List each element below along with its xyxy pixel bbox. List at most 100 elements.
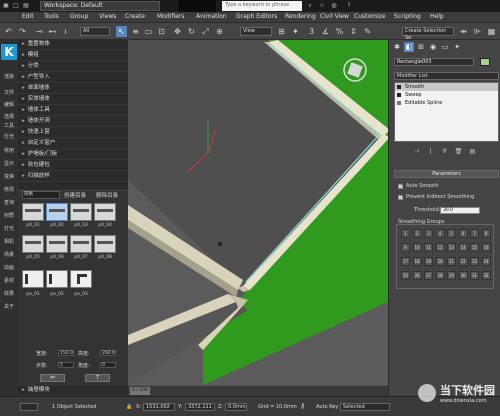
menu-animation[interactable]: Animation [196,13,227,20]
menu-customize[interactable]: Customize [354,13,386,20]
category-item[interactable]: 户型导入 [18,73,128,83]
utilities-tab-icon[interactable]: ✦ [452,42,462,52]
sidebar-item-about[interactable]: 关于 [1,303,17,310]
arrow-up-button[interactable]: ↑ [85,374,110,382]
menu-help[interactable]: Help [430,13,444,20]
remove-modifier-icon[interactable]: 🗑 [454,147,463,156]
sidebar-item-modify[interactable]: 修改 [1,186,17,193]
modifier-list-select[interactable]: Modifier List [394,72,499,80]
sidebar-item-effects[interactable]: 效果 [1,290,17,297]
perspective-viewport[interactable] [128,40,388,385]
spinner-snap-icon[interactable]: ⇕ [348,26,359,37]
object-color-swatch[interactable] [480,58,490,66]
smoothing-group-button[interactable]: 25 [401,271,410,280]
link-icon[interactable]: ⊸ [34,26,45,37]
smoothing-group-button[interactable]: 18 [412,257,422,266]
smoothing-group-button[interactable]: 26 [412,271,422,280]
category-item[interactable]: 墙体开洞 [18,117,128,127]
maxscript-listener[interactable] [20,403,38,411]
sidebar-item-select[interactable]: 选择 [1,113,17,120]
smoothing-group-button[interactable]: 8 [481,229,491,238]
rectangular-selection-icon[interactable]: ▭ [143,26,154,37]
help-icon[interactable]: ? [345,2,353,10]
select-object-icon[interactable]: ↖ [116,26,127,37]
percent-snap-icon[interactable]: % [334,26,345,37]
menu-civil-view[interactable]: Civil View [320,13,349,20]
snaps-toggle-icon[interactable]: 3 [306,26,317,37]
smoothing-group-button[interactable]: 24 [481,257,491,266]
profile-thumbnail[interactable] [70,203,92,221]
align-icon[interactable]: ⊫ [472,26,483,37]
smoothing-group-button[interactable]: 19 [424,257,433,266]
user-icon[interactable]: ◍ [330,2,338,10]
redo-icon[interactable]: ↷ [17,26,28,37]
sidebar-item-animation[interactable]: 动画 [1,264,17,271]
display-tab-icon[interactable]: ▭ [440,42,450,52]
menu-modifiers[interactable]: Modifiers [157,13,184,20]
menu-group[interactable]: Group [70,13,88,20]
select-rotate-icon[interactable]: ↻ [186,26,197,37]
parameters-rollout[interactable]: Parameters [394,170,499,178]
category-item[interactable]: 快速上窗 [18,128,128,138]
pivot-center-icon[interactable]: ⊞ [276,26,287,37]
threshold-input[interactable]: 30.0 [440,207,480,214]
smoothing-group-button[interactable]: 16 [481,243,491,252]
menu-create[interactable]: Create [125,13,145,20]
sidebar-item-material[interactable]: 材质 [1,212,17,219]
profile-thumbnail[interactable] [22,235,44,253]
stack-item-sweep[interactable]: Sweep [395,91,498,99]
profile-thumbnail[interactable] [46,203,68,221]
document-tab-thumbnail[interactable] [178,0,216,12]
smoothing-group-button[interactable]: 29 [447,271,456,280]
bind-spacewarp-icon[interactable]: ≀ [60,26,71,37]
tab-delete-directory[interactable]: 删除目录 [96,191,118,199]
profile-thumbnail[interactable] [94,235,116,253]
sidebar-item-tools[interactable]: 工具 [1,122,17,129]
profile-thumbnail[interactable] [22,203,44,221]
menu-rendering[interactable]: Rendering [285,13,316,20]
edit-named-selection-icon[interactable]: ✎ [362,26,373,37]
smoothing-group-button[interactable]: 31 [470,271,479,280]
smoothing-group-button[interactable]: 10 [412,243,422,252]
placement-icon[interactable]: ⊕ [214,26,225,37]
category-item[interactable]: 墙体工具 [18,106,128,116]
smoothing-group-button[interactable]: 21 [447,257,456,266]
steps-input[interactable]: 5 [58,362,74,368]
time-slider[interactable]: 0 / 100 [128,385,388,396]
open-file-icon[interactable]: ▤ [22,2,30,10]
smoothing-group-button[interactable]: 11 [424,243,433,252]
undo-icon[interactable]: ↶ [3,26,14,37]
smoothing-group-button[interactable]: 23 [470,257,479,266]
angle-input[interactable]: 0 [100,362,116,368]
sidebar-item-scene[interactable]: 场景 [1,251,17,258]
workspace-selector[interactable]: Workspace: Default [40,1,160,11]
make-unique-icon[interactable]: ∀ [440,147,449,156]
auto-smooth-checkbox[interactable]: ✓ [398,184,403,189]
select-move-icon[interactable]: ✥ [172,26,183,37]
key-icon[interactable]: ⚷ [300,402,305,410]
smoothing-group-button[interactable]: 30 [458,271,468,280]
smoothing-group-button[interactable]: 20 [435,257,445,266]
category-item[interactable]: 自定义窗户 [18,139,128,149]
sidebar-item-query[interactable]: 查询 [1,199,17,206]
mirror-icon[interactable]: ⇹ [458,26,469,37]
smoothing-group-button[interactable]: 7 [470,229,479,238]
sidebar-item-assets[interactable]: 素材 [1,277,17,284]
sidebar-item-display[interactable]: 显示 [1,160,17,167]
category-item[interactable]: 扫描放样 [18,172,128,182]
smoothing-group-button[interactable]: 6 [458,229,468,238]
sidebar-item-transform[interactable]: 变换 [1,173,17,180]
show-end-result-icon[interactable]: | [426,147,435,156]
smoothing-group-button[interactable]: 4 [435,229,445,238]
width-input[interactable]: 150.0 [58,350,74,356]
motion-tab-icon[interactable]: ◉ [428,42,438,52]
sidebar-item-lights[interactable]: 灯光 [1,133,17,140]
modify-tab-icon[interactable]: ◧ [404,42,414,52]
sidebar-item-lighting[interactable]: 灯光 [1,225,17,232]
smoothing-group-button[interactable]: 13 [447,243,456,252]
named-selection-set-select[interactable]: Create Selection Se [402,27,454,41]
time-slider-thumb[interactable]: 0 / 100 [130,387,150,395]
smoothing-group-button[interactable]: 12 [435,243,445,252]
y-coordinate-field[interactable]: 3372.111 [185,403,215,411]
binoculars-icon[interactable]: ⌕ [306,2,314,10]
